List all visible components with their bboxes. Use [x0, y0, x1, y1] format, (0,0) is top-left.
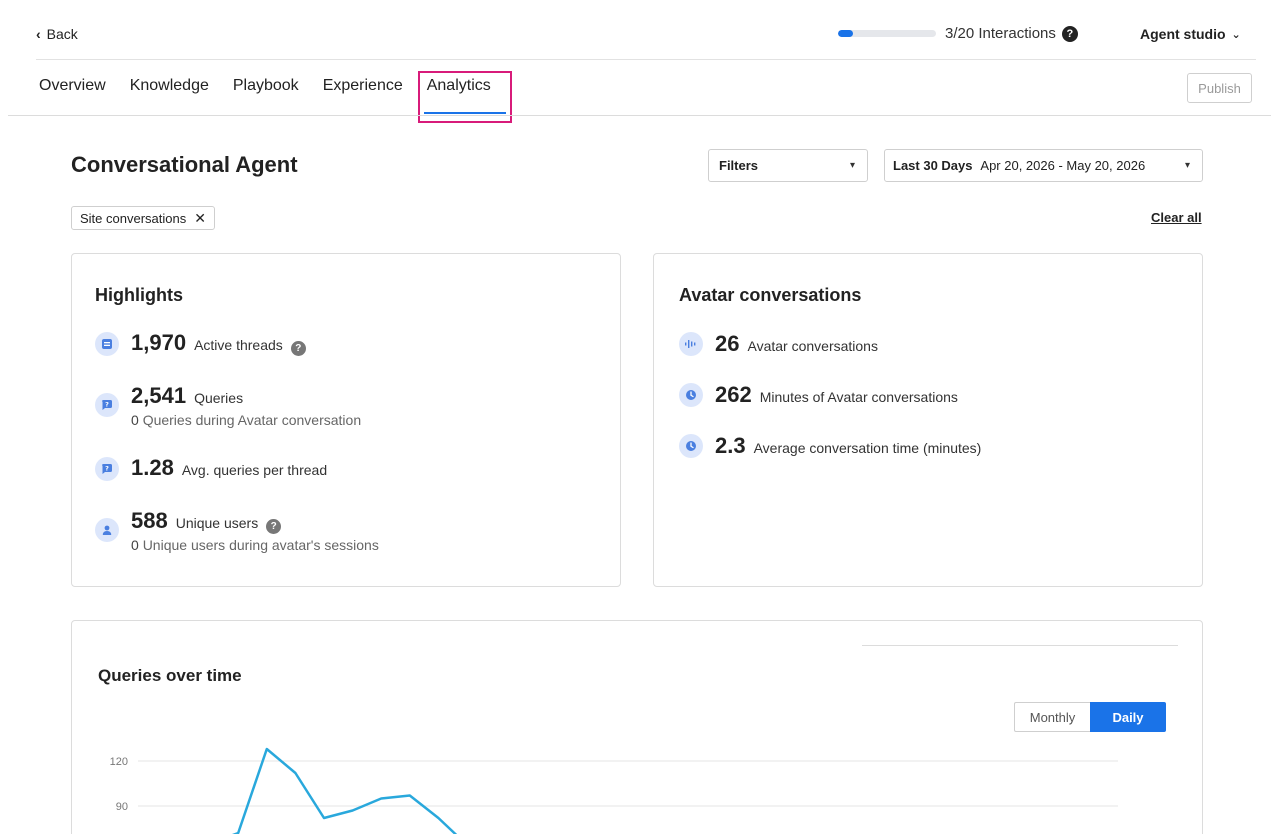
metric-value: 1.28 [131, 455, 174, 480]
avatar-title: Avatar conversations [679, 285, 862, 305]
waveform-icon [679, 332, 703, 356]
top-divider [36, 59, 1256, 60]
metric-avatar-conversations: 26 Avatar conversations [679, 331, 878, 357]
y-tick-label: 90 [116, 801, 128, 813]
tab-playbook[interactable]: Playbook [233, 77, 299, 95]
metric-label: Queries [194, 390, 244, 406]
clear-all-link[interactable]: Clear all [1151, 210, 1202, 225]
metric-sub-label: Queries during Avatar conversation [142, 412, 362, 428]
queries-over-time-card: Queries over time Monthly Daily 90 120 [71, 620, 1203, 834]
page-title: Conversational Agent [71, 152, 298, 177]
svg-text:?: ? [105, 464, 109, 472]
active-tab-underline [424, 112, 506, 114]
metric-label: Unique users [175, 515, 259, 531]
metric-label: Avatar conversations [747, 338, 878, 354]
metric-avg-queries: ? 1.28 Avg. queries per thread [95, 455, 327, 481]
publish-button[interactable]: Publish [1187, 73, 1252, 103]
interactions-progress: 3/20 Interactions ? [838, 25, 1078, 42]
back-label: Back [46, 26, 78, 42]
chevron-down-icon: ▾ [1184, 160, 1190, 171]
progress-bar [838, 30, 936, 37]
svg-text:?: ? [105, 400, 109, 408]
metric-value: 1,970 [131, 330, 187, 355]
chevron-down-icon: ▾ [849, 160, 855, 171]
metric-avatar-minutes: 262 Minutes of Avatar conversations [679, 382, 958, 408]
metric-unique-users: 588 Unique users ? 0 Unique users during… [95, 508, 379, 553]
date-range-preset: Last 30 Days [893, 158, 973, 173]
filter-chip: Site conversations ✕ [71, 206, 215, 230]
y-tick-label: 120 [110, 756, 128, 768]
series-line [231, 747, 458, 834]
progress-bar-fill [838, 30, 853, 37]
metric-sub-value: 0 [131, 412, 139, 428]
close-icon[interactable]: ✕ [194, 210, 206, 227]
metric-sub: 0 Unique users during avatar's sessions [131, 537, 379, 553]
metric-sub: 0 Queries during Avatar conversation [131, 412, 361, 428]
chevron-down-icon: ⌄ [1231, 28, 1241, 41]
tab-experience[interactable]: Experience [323, 77, 403, 95]
metric-label: Average conversation time (minutes) [753, 440, 982, 456]
agent-studio-menu[interactable]: Agent studio ⌄ [1140, 26, 1241, 42]
metric-label: Minutes of Avatar conversations [759, 389, 958, 405]
clock-icon [679, 383, 703, 407]
metric-label: Avg. queries per thread [181, 462, 328, 478]
clock-icon [679, 434, 703, 458]
metric-queries: ? 2,541 Queries 0 Queries during Avatar … [95, 383, 361, 428]
filters-label: Filters [719, 158, 759, 173]
tab-divider [8, 115, 1271, 116]
queries-line-chart: 90 120 [110, 747, 1118, 834]
query-icon: ? [95, 393, 119, 417]
help-icon[interactable]: ? [1061, 25, 1078, 42]
date-range-dropdown[interactable]: Last 30 Days Apr 20, 2026 - May 20, 2026… [884, 149, 1203, 182]
back-button[interactable]: ‹ Back [36, 26, 78, 42]
tab-knowledge[interactable]: Knowledge [130, 77, 209, 95]
metric-avg-conversation-time: 2.3 Average conversation time (minutes) [679, 433, 981, 459]
query-icon: ? [95, 457, 119, 481]
filter-chip-label: Site conversations [80, 210, 187, 226]
metric-value: 588 [131, 508, 168, 533]
metric-sub-value: 0 [131, 537, 139, 553]
tab-overview[interactable]: Overview [39, 77, 106, 95]
highlights-title: Highlights [95, 285, 183, 305]
metric-active-threads: 1,970 Active threads ? [95, 330, 306, 356]
metric-value: 26 [715, 331, 740, 356]
metric-label: Active threads [194, 337, 283, 353]
chevron-left-icon: ‹ [36, 26, 41, 42]
agent-studio-label: Agent studio [1140, 26, 1226, 42]
metric-value: 262 [715, 382, 752, 407]
help-icon[interactable]: ? [290, 341, 306, 356]
avatar-conversations-card: Avatar conversations 26 Avatar conversat… [653, 253, 1203, 587]
metric-sub-label: Unique users during avatar's sessions [142, 537, 379, 553]
progress-text: 3/20 Interactions [945, 25, 1056, 42]
thread-icon [95, 332, 119, 356]
filters-dropdown[interactable]: Filters ▾ [708, 149, 868, 182]
help-icon[interactable]: ? [266, 519, 282, 534]
metric-value: 2,541 [131, 383, 187, 408]
highlights-card: Highlights 1,970 Active threads ? ? 2,54… [71, 253, 621, 587]
date-range-text: Apr 20, 2026 - May 20, 2026 [980, 158, 1146, 173]
metric-value: 2.3 [715, 433, 746, 458]
user-icon [95, 518, 119, 542]
